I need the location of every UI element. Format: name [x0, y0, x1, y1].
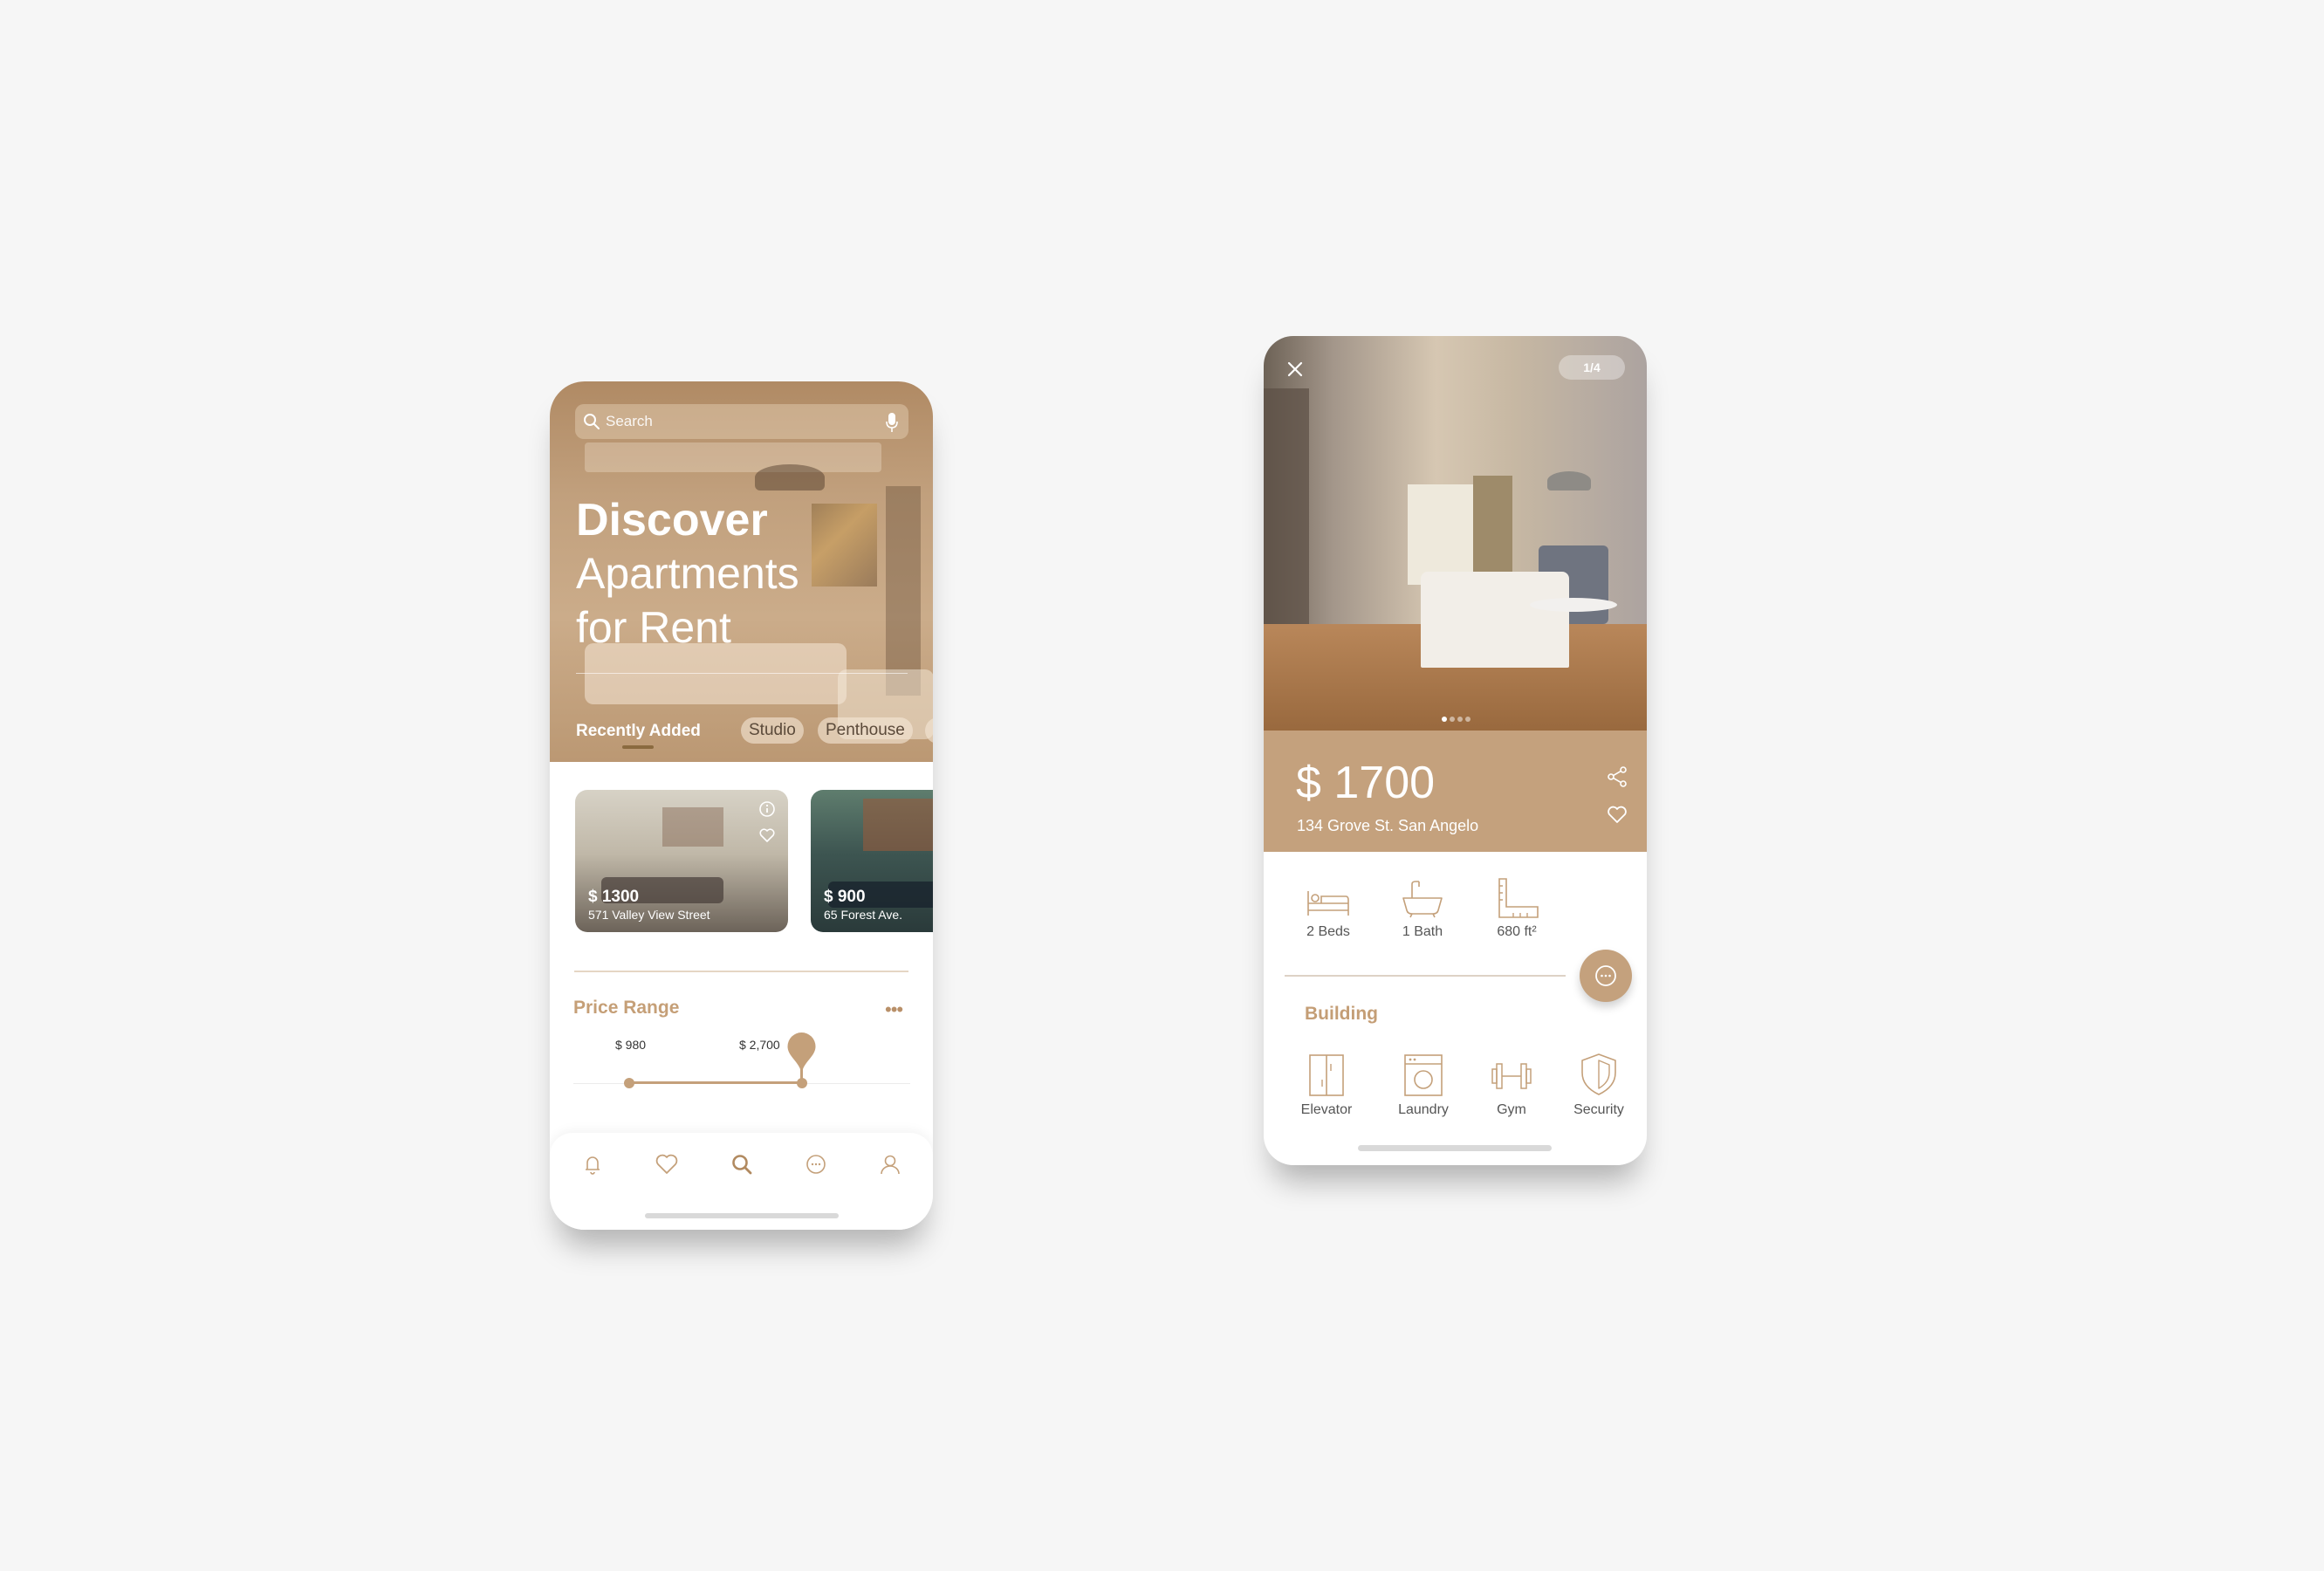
feature-label: 2 Beds — [1306, 924, 1350, 939]
apartment-detail-screen: 1/4 $ 1700 134 Grove St. San Angelo 2 Be… — [1264, 336, 1647, 1165]
search-placeholder[interactable]: Search — [606, 413, 653, 430]
favorite-icon[interactable] — [1606, 804, 1628, 825]
favorite-icon[interactable] — [758, 827, 776, 844]
bed-icon — [1307, 891, 1349, 916]
home-indicator — [1358, 1145, 1552, 1151]
chat-icon[interactable] — [800, 1149, 832, 1180]
security-icon — [1581, 1053, 1616, 1095]
price-range-menu[interactable]: ••• — [885, 998, 903, 1021]
search-bar[interactable]: Search — [575, 404, 908, 439]
bell-icon[interactable] — [577, 1149, 608, 1180]
filter-recently-added[interactable]: Recently Added — [576, 722, 701, 741]
listing-price: $ 1300 — [588, 888, 640, 906]
search-icon[interactable] — [726, 1149, 758, 1180]
search-icon — [584, 414, 600, 429]
heart-icon[interactable] — [651, 1149, 682, 1180]
listing-address: 65 Forest Ave. — [824, 908, 903, 922]
price-range-title: Price Range — [573, 998, 680, 1018]
photo-counter: 1/4 — [1559, 355, 1625, 380]
feature-area: 680 ft² — [1477, 877, 1556, 940]
bottom-tab-bar — [550, 1133, 933, 1230]
feature-bath: 1 Bath — [1383, 879, 1462, 940]
share-icon[interactable] — [1606, 765, 1628, 788]
chat-icon — [1595, 965, 1616, 986]
amenity-label: Security — [1573, 1102, 1624, 1117]
filter-chip-penthouse[interactable]: Penthouse — [818, 717, 913, 744]
elevator-icon — [1309, 1054, 1344, 1096]
amenity-security: Security — [1560, 1052, 1638, 1118]
filter-chip-studio[interactable]: Studio — [741, 717, 804, 744]
amenity-label: Elevator — [1300, 1102, 1353, 1117]
amenity-label: Gym — [1497, 1102, 1526, 1117]
amenity-laundry: Laundry — [1384, 1053, 1463, 1118]
price-slider-range — [629, 1081, 801, 1084]
price-slider-pin[interactable] — [785, 1031, 818, 1085]
home-indicator — [645, 1213, 839, 1218]
ruler-icon — [1498, 878, 1539, 918]
chat-button[interactable] — [1580, 950, 1632, 1002]
hero-banner: Search Discover Apartments for Rent Rece… — [550, 381, 933, 762]
price-panel: $ 1700 134 Grove St. San Angelo — [1264, 731, 1647, 852]
close-icon[interactable] — [1286, 360, 1304, 378]
bath-icon — [1402, 881, 1443, 918]
gym-icon — [1491, 1063, 1532, 1089]
apartment-address: 134 Grove St. San Angelo — [1297, 817, 1479, 834]
microphone-icon[interactable] — [885, 412, 899, 433]
feature-beds: 2 Beds — [1289, 884, 1368, 940]
listing-address: 571 Valley View Street — [588, 908, 710, 922]
headline-apartments: Apartments — [576, 549, 799, 598]
building-section-title: Building — [1305, 1004, 1378, 1024]
headline-for-rent: for Rent — [576, 603, 731, 652]
amenity-elevator: Elevator — [1287, 1053, 1366, 1118]
listing-price: $ 900 — [824, 888, 866, 906]
feature-label: 680 ft² — [1497, 924, 1537, 939]
rent-price: $ 1700 — [1296, 758, 1436, 808]
amenity-gym: Gym — [1472, 1053, 1551, 1118]
listing-card[interactable]: $ 900 65 Forest Ave. — [811, 790, 933, 932]
price-slider-min-handle[interactable] — [624, 1078, 634, 1088]
section-divider — [574, 971, 908, 972]
price-max-label: $ 2,700 — [739, 1038, 780, 1052]
listing-card[interactable]: $ 1300 571 Valley View Street — [575, 790, 788, 932]
amenity-label: Laundry — [1398, 1102, 1449, 1117]
price-min-label: $ 980 — [615, 1038, 647, 1052]
hero-divider — [576, 673, 908, 674]
info-icon[interactable] — [758, 800, 776, 818]
home-screen: Search Discover Apartments for Rent Rece… — [550, 381, 933, 1230]
active-filter-indicator — [622, 745, 654, 749]
laundry-icon — [1404, 1054, 1443, 1096]
photo-pagination[interactable] — [1442, 710, 1473, 726]
section-divider — [1285, 975, 1566, 977]
user-icon[interactable] — [874, 1149, 906, 1180]
headline-discover: Discover — [576, 495, 768, 545]
apartment-photo[interactable]: 1/4 — [1264, 336, 1647, 731]
feature-label: 1 Bath — [1402, 924, 1443, 939]
